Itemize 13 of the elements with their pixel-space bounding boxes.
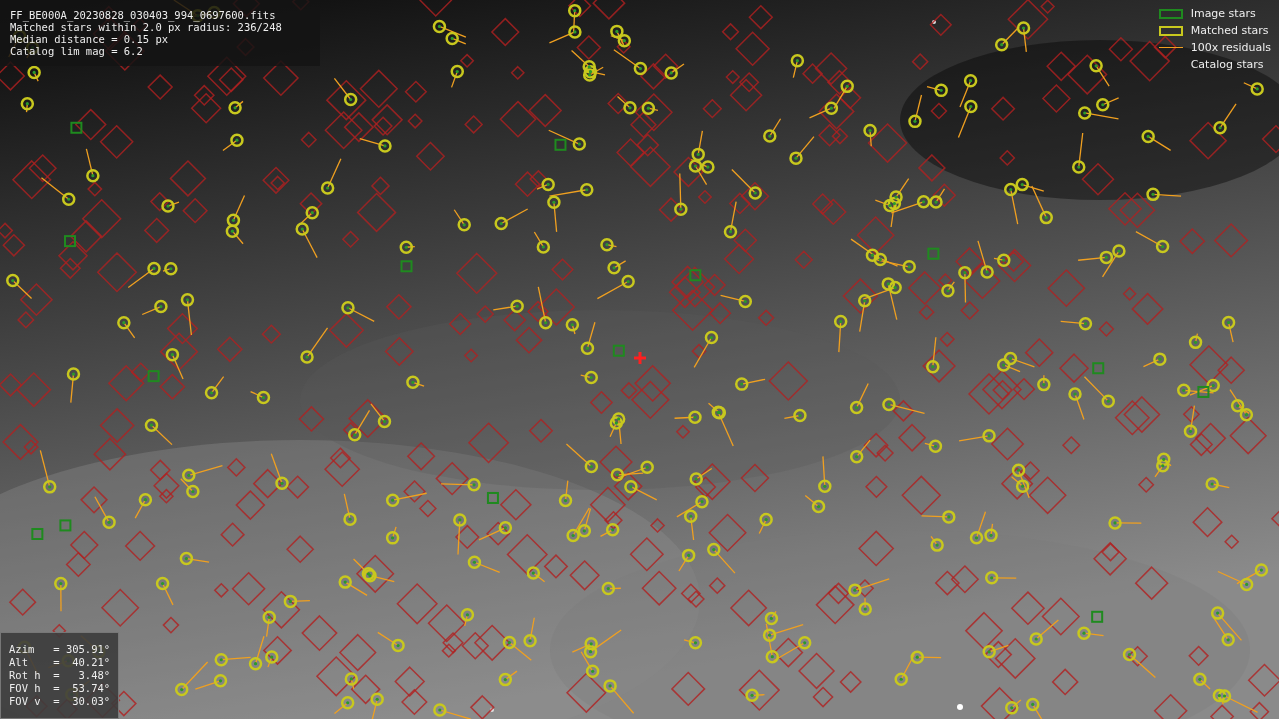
info-text: Catalog lim mag = 6.2 — [10, 45, 144, 57]
legend-label: Image stars — [1190, 7, 1256, 20]
legend-label: 100x residuals — [1190, 41, 1271, 54]
legend-label: Matched stars — [1190, 24, 1269, 37]
info-text: Median distance = 0.15 px — [10, 33, 170, 45]
pointing-text: Azim = 305.91° — [9, 643, 111, 656]
pointing-text: FOV h = 53.74° — [9, 682, 111, 695]
info-text: FF_BE000A_20230828_030403_994_0697600.fits — [10, 9, 277, 21]
legend-label: Catalog stars — [1190, 58, 1264, 71]
pointing-text: Rot h = 3.48° — [9, 669, 111, 682]
pointing-text: FOV v = 30.03° — [9, 695, 111, 708]
info-text: Matched stars within 2.0 px radius: 236/248 — [10, 21, 283, 33]
pointing-text: Alt = 40.21° — [9, 656, 111, 669]
